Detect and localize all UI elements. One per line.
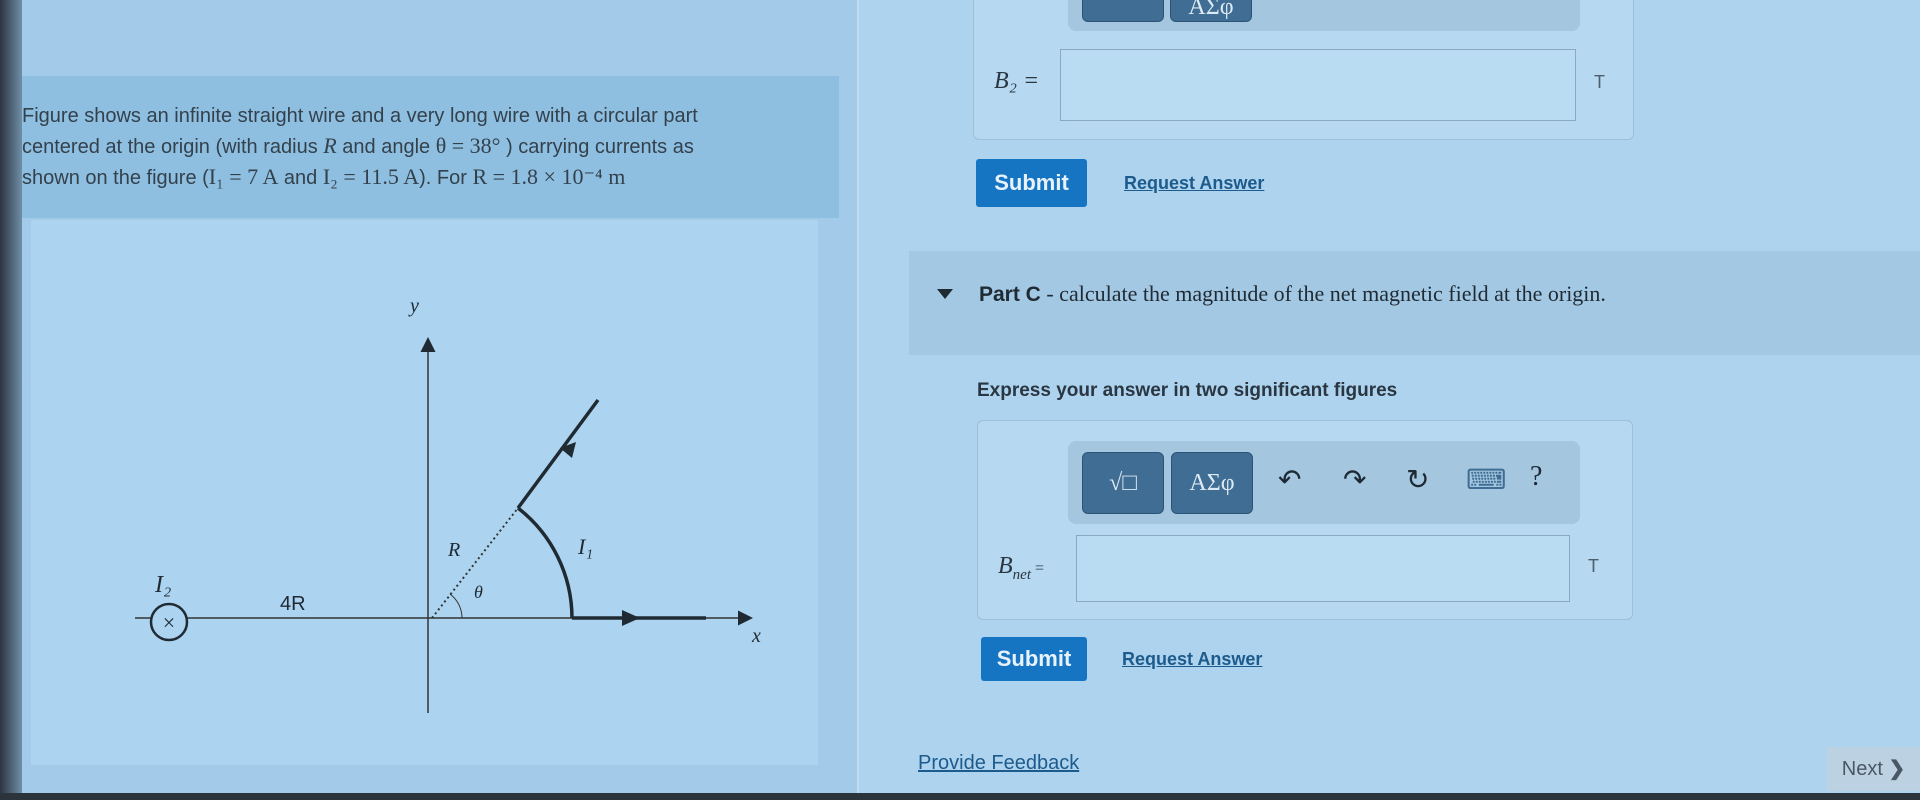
bnet-equals: = [1031, 560, 1045, 577]
reset-icon[interactable]: ↻ [1406, 463, 1429, 496]
symbols-label: ΑΣφ [1189, 470, 1235, 496]
part-c-header[interactable]: Part C - calculate the magnitude of the … [909, 251, 1920, 355]
keyboard-icon[interactable]: ⌨ [1466, 463, 1506, 496]
part-b-toolbar: ΑΣφ [1068, 0, 1580, 31]
part-c-question: - calculate the magnitude of the net mag… [1040, 281, 1606, 306]
wire-incoming [516, 398, 600, 510]
I1-label: I₁ [577, 534, 593, 559]
distance-label: 4R [280, 593, 306, 615]
templates-button[interactable]: √□ [1082, 452, 1164, 514]
cross-icon: × [163, 610, 175, 635]
bnet-label: B [998, 553, 1013, 579]
part-c-request-answer-link[interactable]: Request Answer [1122, 649, 1262, 670]
wire-figure: y x × I₂ 4R R θ I₁ [135, 295, 761, 713]
monitor-bezel-left [0, 0, 22, 800]
chevron-right-icon: ❯ [1888, 758, 1906, 780]
part-b-submit-button[interactable]: Submit [976, 159, 1087, 207]
bnet-subscript: net [1012, 566, 1031, 583]
part-b-request-answer-link[interactable]: Request Answer [1124, 173, 1264, 194]
radius-label: R [447, 539, 460, 561]
part-c-toolbar: √□ ΑΣφ ↶ ↷ ↻ ⌨ ? [1068, 441, 1580, 524]
x-axis-label: x [751, 625, 761, 647]
provide-feedback-link[interactable]: Provide Feedback [918, 752, 1079, 775]
redo-icon[interactable]: ↷ [1343, 463, 1366, 496]
pane-divider [857, 0, 859, 793]
b2-label: B₂ = [994, 68, 1040, 94]
next-label: Next [1841, 758, 1883, 780]
part-c-submit-button[interactable]: Submit [981, 637, 1087, 681]
part-c-label: Part C [979, 283, 1041, 306]
undo-icon[interactable]: ↶ [1278, 463, 1301, 496]
instruction-text: Express your answer in two significant f… [977, 380, 1398, 401]
b2-input[interactable] [1060, 49, 1576, 121]
symbols-button[interactable]: ΑΣφ [1170, 0, 1252, 22]
angle-label: θ [474, 582, 483, 602]
templates-icon: √□ [1109, 470, 1137, 496]
wire-arc [516, 506, 574, 619]
bnet-input[interactable] [1076, 535, 1570, 602]
arrow-incoming-icon [560, 442, 576, 458]
bnet-unit: T [1588, 556, 1599, 576]
next-button[interactable]: Next ❯ [1827, 747, 1920, 791]
I2-label: I₂ [154, 572, 171, 598]
symbols-button[interactable]: ΑΣφ [1171, 452, 1253, 514]
b2-unit: T [1594, 72, 1605, 92]
y-axis-label: y [408, 295, 419, 317]
angle-arc [449, 593, 463, 619]
symbols-label: ΑΣφ [1188, 0, 1234, 20]
collapse-caret-icon[interactable] [937, 289, 953, 299]
templates-button[interactable] [1082, 0, 1164, 22]
help-icon[interactable]: ? [1530, 461, 1542, 493]
monitor-bezel-bottom [0, 793, 1920, 800]
arrow-outgoing-icon [622, 610, 640, 626]
